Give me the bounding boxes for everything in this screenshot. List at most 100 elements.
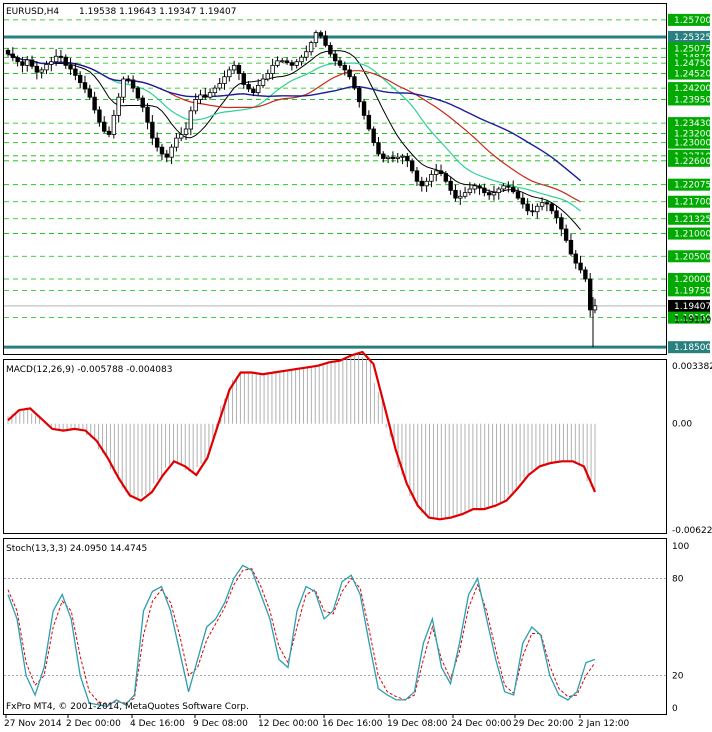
candle-body-79 — [385, 156, 391, 159]
candle-body-60 — [294, 61, 299, 66]
candle-body-15 — [77, 74, 83, 84]
candle-94 — [458, 190, 463, 205]
candle-102 — [496, 186, 501, 200]
candle-body-61 — [299, 56, 304, 63]
candle-112 — [544, 200, 550, 212]
candle-body-117 — [568, 239, 574, 255]
candle-body-89 — [434, 170, 439, 175]
candle-27 — [135, 86, 141, 102]
price-label-6: 1.24200 — [668, 82, 711, 95]
candle-body-80 — [390, 156, 396, 159]
candle-106 — [515, 188, 521, 201]
macd-tick-label-1: 0.00 — [672, 420, 692, 430]
price-label-20: 1.19407 — [668, 299, 711, 312]
price-label-8: 1.23430 — [668, 117, 711, 130]
price-tag-text-0: 1.25700 — [674, 16, 711, 26]
candle-body-71 — [347, 69, 352, 78]
stoch-panel-frame — [3, 538, 667, 715]
candle-body-52 — [255, 84, 261, 94]
ma-black-line — [7, 50, 581, 231]
candle-body-18 — [92, 96, 97, 111]
candle-body-57 — [280, 60, 285, 63]
candle-body-95 — [462, 192, 468, 197]
candle-body-1 — [10, 53, 16, 59]
candle-body-10 — [53, 55, 59, 63]
candle-body-30 — [150, 121, 155, 139]
candle-body-45 — [222, 76, 227, 84]
candle-body-20 — [102, 121, 107, 132]
stochastic-indicator: 100 80 20 0 — [4, 542, 689, 714]
candle-36 — [179, 127, 184, 142]
price-tag-text-23: 1.18500 — [674, 343, 711, 353]
candle-67 — [328, 42, 333, 57]
candle-73 — [357, 86, 362, 108]
current-price-tag: 1.19407 — [674, 302, 711, 312]
candle-body-8 — [44, 64, 49, 71]
price-tag-text-7: 1.23950 — [674, 95, 711, 105]
macd-tick-label-2: -0.006224 — [672, 526, 712, 536]
candle-98 — [477, 183, 482, 195]
candle-body-11 — [58, 55, 64, 58]
candlesticks — [5, 30, 598, 348]
candle-body-90 — [438, 170, 444, 174]
candle-43 — [212, 85, 218, 97]
candle-64 — [313, 30, 319, 48]
candle-116 — [563, 224, 569, 243]
candle-13 — [68, 58, 73, 75]
candle-body-106 — [515, 191, 521, 199]
candle-96 — [467, 182, 473, 196]
candle-body-58 — [284, 60, 290, 64]
candle-body-14 — [73, 68, 78, 76]
candle-body-0 — [5, 49, 11, 55]
candle-16 — [82, 75, 88, 94]
candle-body-5 — [29, 59, 35, 67]
candle-body-39 — [193, 99, 198, 112]
candle-body-101 — [491, 192, 497, 196]
candle-body-98 — [477, 185, 482, 189]
candle-28 — [140, 95, 145, 113]
candle-83 — [405, 152, 410, 168]
candle-body-73 — [357, 87, 362, 103]
time-label-7: 24 Dec 00:00 — [451, 719, 512, 729]
time-label-5: 16 Dec 16:00 — [322, 719, 383, 729]
candle-body-116 — [563, 228, 569, 241]
price-tag-text-16: 1.21000 — [674, 230, 711, 240]
candle-122 — [592, 298, 598, 314]
candle-body-55 — [270, 64, 275, 74]
candle-60 — [294, 58, 299, 69]
price-tag-text-13: 1.22075 — [674, 181, 711, 191]
price-label-7: 1.23950 — [668, 93, 711, 106]
candle-93 — [453, 184, 458, 202]
candle-body-82 — [400, 155, 405, 158]
candle-body-68 — [332, 53, 338, 62]
stoch-tick-label-2: 20 — [672, 672, 684, 682]
candle-body-63 — [308, 42, 314, 53]
candle-body-121 — [587, 278, 593, 311]
candle-23 — [116, 93, 121, 123]
candle-117 — [568, 233, 574, 256]
candle-body-41 — [203, 94, 208, 98]
candle-body-111 — [539, 202, 545, 207]
candle-30 — [150, 114, 155, 145]
ma-green-line — [7, 53, 581, 212]
candle-body-31 — [154, 137, 160, 148]
candle-59 — [289, 59, 295, 71]
candle-body-32 — [159, 146, 165, 155]
candle-body-94 — [458, 195, 463, 199]
price-tag-text-10: 1.23000 — [674, 139, 711, 149]
candle-77 — [376, 137, 381, 157]
time-label-3: 9 Dec 08:00 — [193, 719, 248, 729]
candle-19 — [97, 106, 102, 127]
price-tag-text-1: 1.25325 — [674, 33, 711, 43]
candle-114 — [554, 206, 559, 224]
time-label-4: 12 Dec 00:00 — [258, 719, 319, 729]
copyright-footer: FxPro MT4, © 2001-2014, MetaQuotes Softw… — [6, 702, 249, 712]
candle-107 — [520, 193, 526, 209]
candle-body-16 — [82, 82, 88, 90]
candle-body-72 — [352, 76, 357, 89]
candle-body-103 — [501, 185, 506, 190]
candle-body-46 — [227, 69, 232, 78]
ma-blue-line — [7, 53, 582, 182]
candle-body-109 — [530, 210, 535, 213]
candle-1 — [10, 47, 16, 62]
